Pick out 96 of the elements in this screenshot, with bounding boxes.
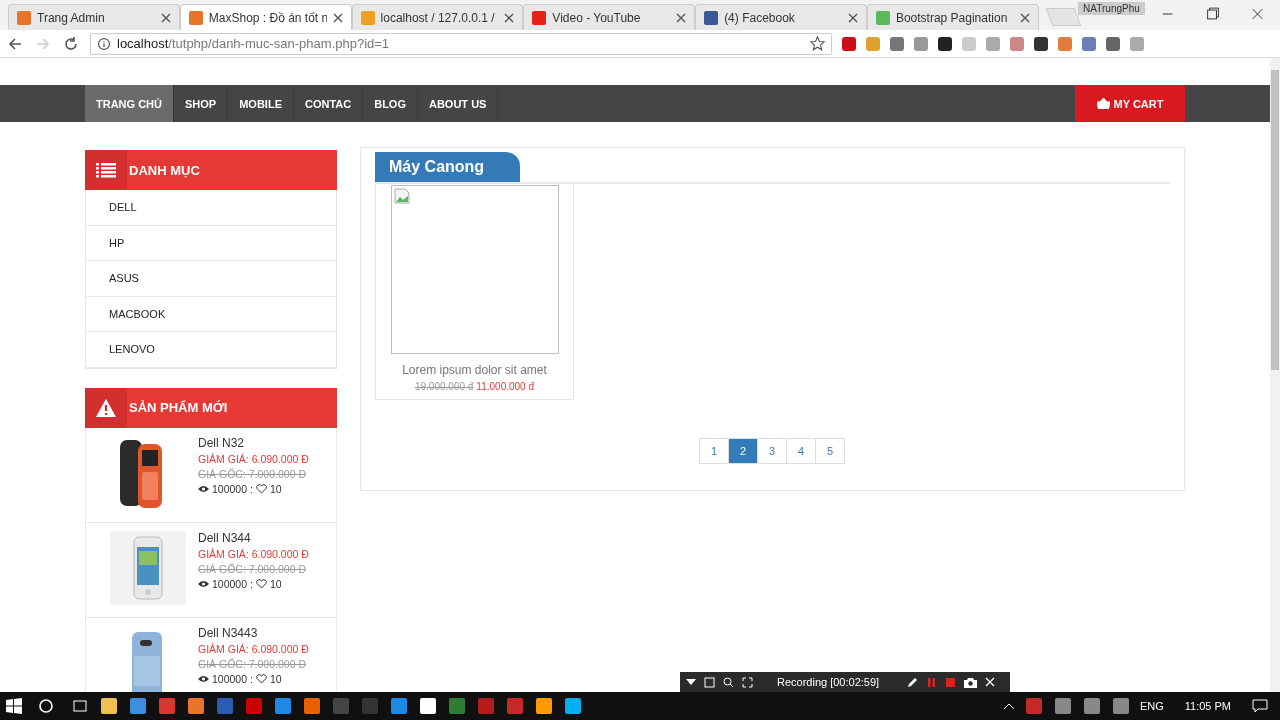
product-card[interactable]: Lorem ipsum dolor sit amet 19.000.000 đ 11.000.000 đ (375, 184, 574, 400)
heart-icon (255, 483, 267, 494)
like-count: 10 (269, 482, 282, 495)
product-name: Dell N32 (198, 435, 246, 450)
close-icon[interactable] (504, 12, 515, 23)
nav-link[interactable]: SHOP (174, 85, 229, 122)
url-host: localhost (117, 36, 169, 51)
browser-tab[interactable]: localhost / 127.0.0.1 / (351, 4, 524, 30)
close-icon[interactable] (847, 12, 858, 23)
category-link[interactable]: MACBOOK (86, 296, 336, 332)
category-link[interactable]: DELL (86, 190, 336, 226)
product-row[interactable]: Dell N344 GIẢM GIÁ: 6.090.000 Đ GIÁ GỐC: 7.000.000 Đ 100000 : 10 (85, 522, 337, 618)
eye-icon (198, 579, 209, 588)
view-count: 100000 : (212, 577, 253, 590)
tray-icon[interactable] (1054, 698, 1071, 714)
heart-icon (255, 673, 267, 684)
cart-button[interactable]: MY CART (1075, 85, 1185, 122)
sale-price: GIẢM GIÁ: 6.090.000 Đ (198, 642, 309, 655)
language-indicator[interactable]: ENG (1139, 700, 1164, 712)
broken-image-icon (393, 188, 410, 204)
notification-icon[interactable] (1252, 699, 1268, 713)
category-link[interactable]: LENOVO (86, 332, 336, 368)
info-icon (97, 36, 111, 51)
eye-icon (198, 484, 209, 493)
camera-icon[interactable] (964, 676, 978, 688)
nav-link[interactable]: BLOG (363, 85, 418, 122)
list-icon (96, 162, 116, 178)
fullscreen-icon[interactable] (742, 676, 753, 688)
page-link[interactable]: 3 (757, 438, 787, 464)
like-count: 10 (269, 672, 282, 685)
category-header: DANH MỤC (85, 150, 337, 190)
windows-logo-icon[interactable] (6, 698, 22, 714)
category-link[interactable]: HP (86, 225, 336, 261)
close-icon[interactable] (1019, 12, 1030, 23)
window-icon[interactable] (704, 676, 715, 688)
nav-link[interactable]: TRANG CHỦ (85, 85, 174, 122)
browser-tab[interactable]: Trang Admin (8, 4, 180, 30)
address-bar[interactable]: localhost/tutphp/danh-muc-san-pham.php?id=1 (90, 32, 832, 55)
new-products-header: SẢN PHẨM MỚI (85, 387, 337, 428)
section-title: Máy Canong (375, 152, 521, 182)
favicon-icon (188, 10, 203, 25)
profile-name[interactable]: NATrungPhu (1078, 2, 1145, 15)
page-link[interactable]: 2 (728, 438, 758, 464)
favicon-icon (875, 10, 890, 25)
close-icon[interactable] (160, 12, 171, 23)
caret-icon[interactable] (1002, 702, 1015, 710)
extension-icon[interactable] (1034, 36, 1048, 51)
browser-tab[interactable]: Bootstrap Pagination (866, 4, 1039, 30)
page-link[interactable]: 1 (699, 438, 729, 464)
category-link[interactable]: ASUS (86, 261, 336, 297)
product-name: Dell N344 (198, 530, 252, 545)
warning-icon (96, 398, 116, 417)
scrollbar[interactable] (1270, 58, 1280, 692)
browser-tab[interactable]: (4) Facebook (695, 4, 867, 30)
pause-icon[interactable] (926, 676, 938, 688)
price: 11.000.000 đ (476, 381, 534, 392)
nav-link[interactable]: MOBILE (228, 85, 294, 122)
original-price: GIÁ GỐC: 7.000.000 Đ (198, 657, 307, 670)
search-icon[interactable] (723, 676, 734, 688)
view-count: 100000 : (212, 482, 253, 495)
tray-icon[interactable] (1025, 698, 1042, 714)
basket-icon (1096, 98, 1110, 109)
nav-link[interactable]: ABOUT US (418, 85, 499, 122)
favicon-icon (704, 10, 719, 25)
page-link[interactable]: 5 (815, 438, 845, 464)
nav-link[interactable]: CONTAC (293, 85, 364, 122)
browser-tab[interactable]: MaxShop : Đồ án tốt n (179, 4, 352, 30)
heart-icon (255, 578, 267, 589)
extension-icon[interactable] (938, 36, 952, 51)
like-count: 10 (269, 577, 282, 590)
sale-price: GIẢM GIÁ: 6.090.000 Đ (198, 547, 309, 560)
star-icon[interactable] (810, 36, 825, 51)
product-name: Dell N3443 (198, 625, 259, 640)
browser-tab[interactable]: Video - YouTube (523, 4, 696, 30)
close-icon[interactable] (332, 12, 343, 23)
url-path: /tutphp/danh-muc-san-pham.php?id=1 (168, 36, 390, 51)
original-price: GIÁ GỐC: 7.000.000 Đ (198, 562, 307, 575)
clock[interactable]: 11:05 PM (1184, 700, 1231, 712)
close-icon[interactable] (676, 12, 687, 23)
view-count: 100000 : (212, 672, 253, 685)
old-price: 19.000.000 đ (414, 381, 474, 392)
favicon-icon (17, 10, 31, 25)
favicon-icon (360, 10, 375, 25)
product-name: Lorem ipsum dolor sit amet (402, 363, 547, 377)
reload-icon[interactable] (62, 34, 80, 53)
recording-status: Recording [00:02:59] (777, 676, 880, 688)
pencil-icon[interactable] (907, 676, 919, 688)
favicon-icon (532, 10, 547, 25)
eye-icon (198, 674, 209, 683)
sale-price: GIẢM GIÁ: 6.090.000 Đ (198, 452, 309, 465)
product-row[interactable]: Dell N32 GIẢM GIÁ: 6.090.000 Đ GIÁ GỐC: 7.000.000 Đ 100000 : 10 (85, 427, 337, 523)
caret-icon[interactable] (686, 678, 696, 686)
stop-icon[interactable] (945, 676, 957, 688)
page-link[interactable]: 4 (786, 438, 816, 464)
original-price: GIÁ GỐC: 7.000.000 Đ (198, 467, 307, 480)
task-view-icon[interactable] (70, 698, 90, 714)
